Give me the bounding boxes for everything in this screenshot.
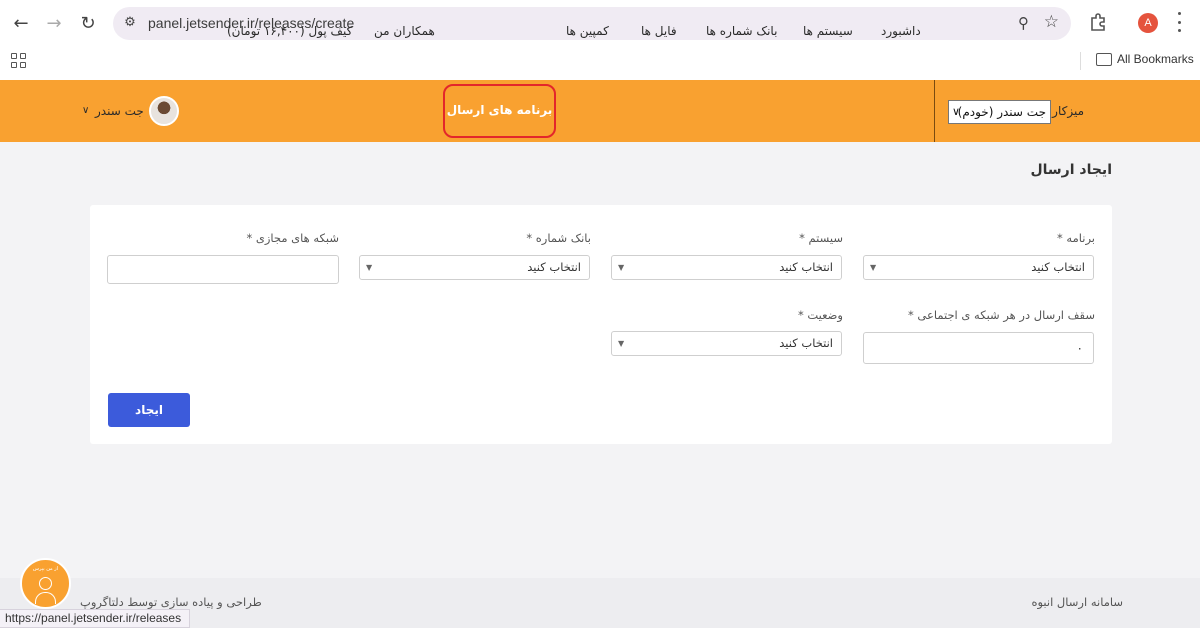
back-arrow-icon[interactable]: ←	[9, 11, 33, 35]
workspace-label: میزکار	[1052, 104, 1084, 118]
system-select-value: انتخاب کنید	[779, 260, 833, 274]
status-select[interactable]: انتخاب کنید ▼	[611, 331, 842, 356]
program-select[interactable]: انتخاب کنید ▼	[863, 255, 1094, 280]
caret-down-icon: ▼	[618, 263, 625, 272]
virtual-networks-label: شبکه های مجازی *	[246, 231, 339, 245]
workspace-select[interactable]: جت سندر (خودم) ∨	[948, 100, 1051, 124]
reload-icon[interactable]: ↻	[76, 11, 100, 35]
send-limit-input[interactable]: ۰	[863, 332, 1094, 364]
bookmarks-divider	[1080, 52, 1081, 70]
nav-campaigns[interactable]: کمپین ها	[566, 0, 609, 62]
support-chat-button[interactable]: از من بپرس	[20, 558, 71, 609]
number-bank-label: بانک شماره *	[526, 231, 591, 245]
footer-credit: طراحی و پیاده سازی توسط دلتاگروپ	[80, 595, 262, 609]
status-label: وضعیت *	[797, 308, 843, 322]
chevron-down-icon[interactable]: ∨	[82, 80, 89, 142]
system-label: سیستم *	[799, 231, 843, 245]
nav-files[interactable]: فایل ها	[641, 0, 677, 62]
number-bank-select[interactable]: انتخاب کنید ▼	[359, 255, 590, 280]
send-limit-label: سقف ارسال در هر شبکه ی اجتماعی *	[907, 308, 1095, 322]
link-status-bubble: https://panel.jetsender.ir/releases	[0, 609, 191, 628]
nav-colleagues[interactable]: همکاران من	[374, 0, 435, 62]
footer-system-name: سامانه ارسال انبوه	[1031, 595, 1123, 609]
bookmark-star-icon[interactable]: ☆	[1044, 12, 1059, 32]
menu-kebab-icon[interactable]	[1176, 12, 1182, 32]
caret-down-icon: ▼	[618, 339, 625, 348]
status-select-value: انتخاب کنید	[779, 336, 833, 350]
number-bank-select-value: انتخاب کنید	[527, 260, 581, 274]
all-bookmarks-link[interactable]: All Bookmarks	[1117, 52, 1194, 66]
nav-wallet[interactable]: کیف پول (۱۶,۴۰۰ تومان)	[227, 0, 352, 62]
create-button[interactable]: ایجاد	[108, 393, 190, 427]
program-label: برنامه *	[1057, 231, 1095, 245]
forward-arrow-icon[interactable]: →	[42, 11, 66, 35]
nav-number-banks[interactable]: بانک شماره ها	[706, 0, 777, 62]
extensions-icon[interactable]	[1088, 12, 1108, 32]
user-name[interactable]: جت سندر	[95, 80, 144, 142]
caret-down-icon: ▼	[870, 263, 877, 272]
system-select[interactable]: انتخاب کنید ▼	[611, 255, 842, 280]
nav-send-programs[interactable]: برنامه های ارسال	[443, 84, 556, 138]
nav-dashboard[interactable]: داشبورد	[881, 0, 921, 62]
zoom-icon[interactable]: ⚲	[1018, 14, 1029, 32]
chevron-down-icon: ∨	[952, 105, 961, 118]
page-title: ایجاد ارسال	[1030, 162, 1113, 178]
apps-grid-icon[interactable]	[11, 53, 26, 68]
navbar-divider	[934, 80, 935, 142]
workspace-selected-value: جت سندر (خودم)	[957, 105, 1046, 119]
folder-icon[interactable]	[1096, 53, 1112, 66]
profile-avatar[interactable]: A	[1138, 13, 1158, 33]
virtual-networks-input[interactable]	[107, 255, 339, 284]
user-avatar[interactable]	[149, 96, 179, 126]
support-agent-icon	[39, 577, 52, 590]
program-select-value: انتخاب کنید	[1031, 260, 1085, 274]
nav-systems[interactable]: سیستم ها	[803, 0, 853, 62]
caret-down-icon: ▼	[366, 263, 373, 272]
site-info-icon[interactable]: ⚙	[121, 14, 139, 32]
support-agent-body-icon	[35, 592, 56, 604]
support-chat-label: از من بپرس	[32, 566, 59, 572]
